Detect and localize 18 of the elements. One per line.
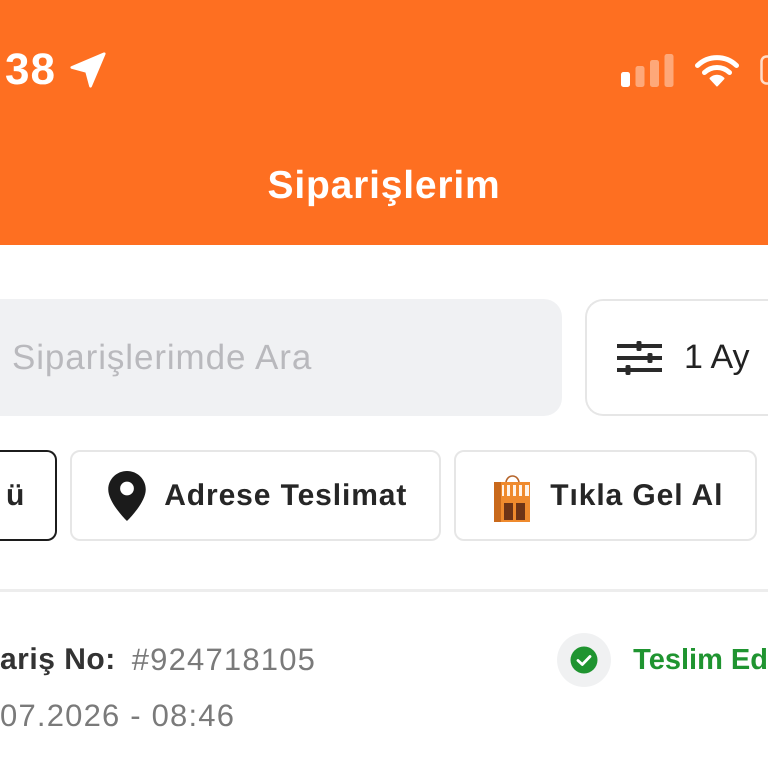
status-time: 38 <box>5 48 56 92</box>
signal-icon <box>621 54 674 86</box>
filter-chip[interactable]: ü <box>0 450 58 541</box>
search-field[interactable]: Siparişlerimde Ara <box>0 299 562 416</box>
map-pin-icon <box>108 470 146 520</box>
page-title: Siparişlerim <box>268 165 500 208</box>
location-arrow-icon <box>70 52 106 88</box>
check-circle-icon <box>557 633 612 687</box>
filter-chip[interactable]: Adrese Teslimat <box>70 450 442 541</box>
filter-chip[interactable]: Tıkla Gel Al <box>454 450 758 541</box>
order-status: Teslim Ed <box>633 644 768 676</box>
period-filter-button[interactable]: 1 Ay <box>585 299 768 416</box>
order-number-label: ariş No: <box>0 643 116 677</box>
battery-icon <box>760 55 768 85</box>
wifi-icon <box>694 53 740 87</box>
filter-sliders-icon <box>617 340 662 376</box>
order-number: #924718105 <box>132 642 316 678</box>
order-date: 07.2026 - 08:46 <box>0 698 236 734</box>
